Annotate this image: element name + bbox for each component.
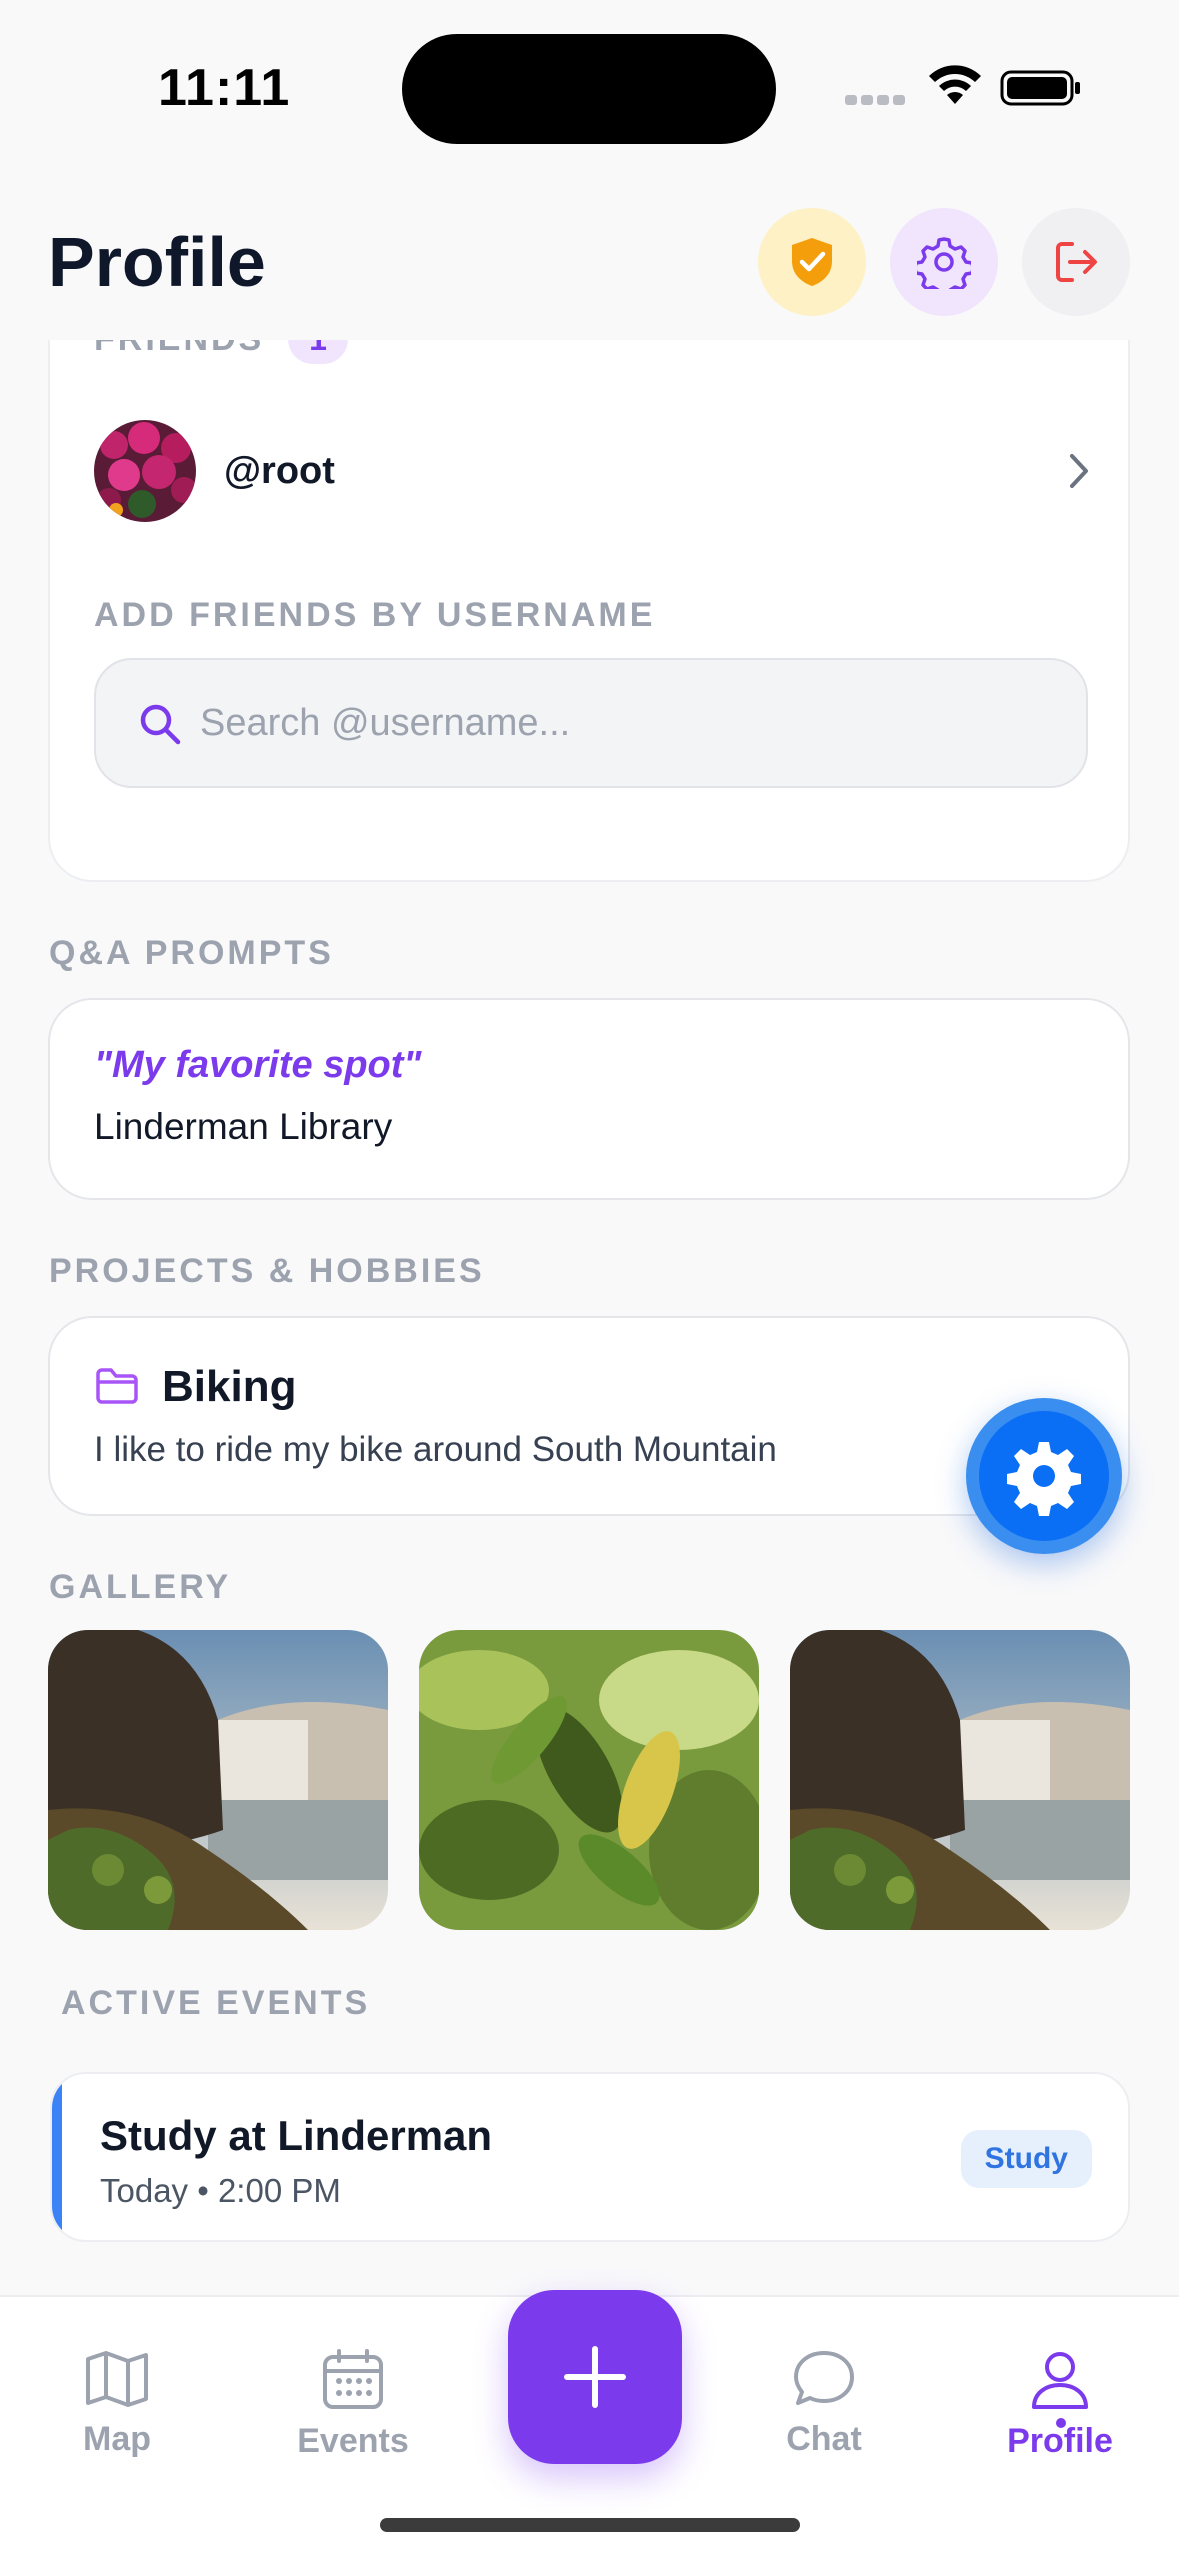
status-icons <box>845 64 1085 108</box>
verified-button[interactable] <box>758 208 866 316</box>
tab-profile[interactable]: Profile <box>970 2349 1150 2461</box>
event-category-badge: Study <box>960 2130 1092 2188</box>
status-bar: 11:11 <box>0 0 1179 170</box>
battery-icon <box>1000 70 1080 106</box>
search-icon <box>140 704 181 745</box>
logout-icon <box>1056 242 1097 282</box>
gallery <box>48 1630 1130 1930</box>
add-friends-label: ADD FRIENDS BY USERNAME <box>94 596 656 634</box>
tab-events[interactable]: Events <box>263 2349 443 2461</box>
gear-icon <box>917 237 971 289</box>
avatar <box>94 420 196 522</box>
tab-events-label: Events <box>297 2422 409 2460</box>
status-time: 11:11 <box>158 59 291 117</box>
gallery-image-waterfall-2[interactable] <box>790 1630 1130 1930</box>
folder-icon <box>96 1368 138 1404</box>
wifi-icon <box>929 65 981 104</box>
tab-map[interactable]: Map <box>27 2349 207 2459</box>
tab-chat-label: Chat <box>786 2420 862 2458</box>
event-card[interactable]: Study at Linderman Today • 2:00 PM Study <box>50 2072 1130 2242</box>
add-button[interactable] <box>508 2290 682 2464</box>
event-accent-bar <box>52 2074 62 2240</box>
friend-search-box[interactable] <box>94 658 1088 788</box>
gallery-image-leaves[interactable] <box>419 1630 759 1930</box>
dynamic-island <box>402 34 776 144</box>
gear-icon <box>1007 1442 1081 1516</box>
tab-map-label: Map <box>83 2420 151 2458</box>
qa-prompt: "My favorite spot" <box>94 1044 422 1086</box>
qa-card[interactable]: "My favorite spot" Linderman Library <box>48 998 1130 1200</box>
tab-chat[interactable]: Chat <box>734 2349 914 2459</box>
gallery-image-waterfall[interactable] <box>48 1630 388 1930</box>
shield-check-icon <box>792 238 832 286</box>
projects-section-label: PROJECTS & HOBBIES <box>49 1252 485 1290</box>
calendar-icon <box>323 2349 383 2409</box>
cellular-signal-icon <box>845 92 909 110</box>
event-title: Study at Linderman <box>100 2112 493 2159</box>
home-indicator <box>380 2518 800 2532</box>
settings-button[interactable] <box>890 208 998 316</box>
qa-answer: Linderman Library <box>94 1106 393 1147</box>
map-icon <box>86 2351 148 2407</box>
search-input[interactable] <box>200 660 1060 786</box>
event-time: Today • 2:00 PM <box>100 2172 341 2209</box>
friend-row[interactable]: @root <box>94 420 1094 524</box>
project-title: Biking <box>162 1362 297 1411</box>
plus-icon <box>564 2346 626 2408</box>
logout-button[interactable] <box>1022 208 1130 316</box>
qa-section-label: Q&A PROMPTS <box>49 934 334 972</box>
user-icon <box>1032 2352 1088 2409</box>
chat-icon <box>794 2351 854 2405</box>
header: Profile <box>0 170 1179 340</box>
friend-username: @root <box>224 450 335 492</box>
gallery-section-label: GALLERY <box>49 1568 232 1606</box>
active-events-section-label: ACTIVE EVENTS <box>61 1984 371 2022</box>
project-description: I like to ride my bike around South Moun… <box>94 1430 777 1469</box>
chevron-right-icon <box>1070 454 1088 488</box>
friends-card: FRIENDS 1 @root ADD FRIENDS BY USERNAME <box>48 290 1130 882</box>
floating-settings-button[interactable] <box>966 1398 1122 1554</box>
page-title: Profile <box>48 223 266 301</box>
active-tab-indicator <box>1056 2418 1066 2428</box>
